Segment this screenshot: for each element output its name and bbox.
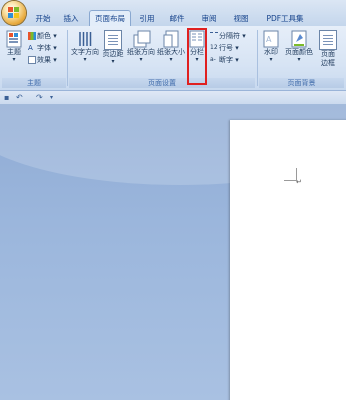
fonts-icon: A [28,44,33,52]
office-logo-icon [8,7,20,19]
size-button[interactable]: 纸张大小 ▾ [156,30,186,63]
hyphenation-icon: a- [210,56,216,63]
line-numbers-icon: 12 [210,44,218,51]
page-background-group: A 水印 ▾ 页面颜色 ▾ 页面 边框 页面背景 [259,28,344,88]
chevron-down-icon: ▾ [269,56,273,63]
text-direction-icon [77,30,93,48]
orientation-button[interactable]: 纸张方向 ▾ [126,30,156,63]
chevron-down-icon: ▾ [83,56,87,63]
redo-icon[interactable]: ↷ [36,92,43,103]
tab-home[interactable]: 开始 [32,12,54,26]
page-setup-group: 文字方向 ▾ 页边距 ▾ 纸张方向 ▾ 纸张大小 ▾ 分栏 ▾ 分隔符 ▾ 12… [69,28,255,88]
themes-button[interactable]: 主题 ▾ [4,30,24,63]
tab-view[interactable]: 视图 [230,12,252,26]
highlight-box [187,28,207,85]
group-divider [67,30,68,86]
page-color-icon [291,30,307,48]
effects-button[interactable]: 效果 ▾ [28,55,57,65]
save-icon[interactable]: ▪ [4,92,9,103]
themes-icon [6,30,22,48]
margins-button[interactable]: 页边距 ▾ [100,30,126,65]
line-numbers-label: 行号 [219,44,233,52]
fonts-label: 字体 [37,44,51,52]
undo-icon[interactable]: ↶ [16,92,23,103]
ribbon: 主题 ▾ 颜色 ▾ A 字体 ▾ 效果 ▾ 主题 文字方向 ▾ 页边距 ▾ 纸张… [0,26,346,91]
themes-group: 主题 ▾ 颜色 ▾ A 字体 ▾ 效果 ▾ 主题 [2,28,66,88]
hyphenation-button[interactable]: a- 断字 ▾ [210,55,239,65]
tab-review[interactable]: 审阅 [198,12,220,26]
chevron-down-icon[interactable]: ▾ [50,92,53,103]
page-background-group-label: 页面背景 [259,78,344,88]
page-borders-label-line2: 边框 [321,59,335,67]
chevron-down-icon: ▾ [297,56,301,63]
tab-page-layout[interactable]: 页面布局 [89,10,131,27]
document-page[interactable]: ↵ [230,120,346,400]
fonts-button[interactable]: A 字体 ▾ [28,43,57,53]
watermark-button[interactable]: A 水印 ▾ [260,30,282,63]
page-color-button[interactable]: 页面颜色 ▾ [283,30,315,63]
chevron-down-icon: ▾ [169,56,173,63]
breaks-label: 分隔符 [219,32,240,40]
themes-group-label: 主题 [2,78,66,88]
quick-access-toolbar: ▪ ↶ ↷ ▾ [0,91,346,105]
chevron-down-icon: ▾ [12,56,16,63]
page-setup-group-label: 页面设置 [69,78,255,88]
page-borders-icon [319,30,337,50]
breaks-button[interactable]: 分隔符 ▾ [210,31,246,41]
page-borders-button[interactable]: 页面 边框 [317,30,339,68]
paper-size-icon [163,30,179,48]
effects-label: 效果 [37,56,51,64]
tab-pdf-tools[interactable]: PDF工具集 [262,12,308,26]
colors-label: 颜色 [37,32,51,40]
paragraph-mark-icon: ↵ [296,178,302,186]
chevron-down-icon: ▾ [111,58,115,65]
watermark-icon: A [263,30,279,48]
document-workspace: ↵ [0,105,346,400]
tab-references[interactable]: 引用 [136,12,158,26]
effects-icon [28,56,36,64]
page-borders-label-line1: 页面 [321,50,335,58]
office-button[interactable] [2,1,26,25]
margins-icon [104,30,122,50]
group-divider [257,30,258,86]
orientation-icon [133,30,151,48]
hyphenation-label: 断字 [219,56,233,64]
svg-text:A: A [266,35,272,44]
line-numbers-button[interactable]: 12行号 ▾ [210,43,239,53]
tab-insert[interactable]: 插入 [60,12,82,26]
text-direction-button[interactable]: 文字方向 ▾ [70,30,100,63]
colors-icon [28,32,36,40]
colors-button[interactable]: 颜色 ▾ [28,31,57,41]
tab-mailings[interactable]: 邮件 [166,12,188,26]
breaks-icon [210,31,218,41]
ribbon-tab-bar: 开始 插入 页面布局 引用 邮件 审阅 视图 PDF工具集 [0,0,346,27]
chevron-down-icon: ▾ [139,56,143,63]
